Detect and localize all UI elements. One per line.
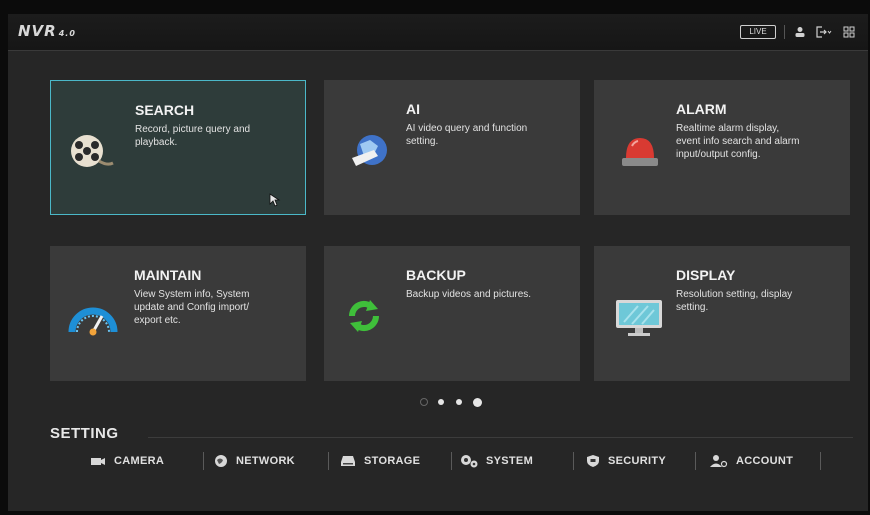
- alarm-light-icon: [622, 138, 658, 166]
- setting-item-label: ACCOUNT: [736, 455, 794, 467]
- tile-backup[interactable]: BACKUP Backup videos and pictures.: [324, 246, 580, 381]
- tile-title: SEARCH: [135, 102, 195, 118]
- setting-security[interactable]: SECURITY: [586, 453, 666, 469]
- top-bar: NVR 4.0 LIVE: [8, 14, 868, 51]
- setting-camera[interactable]: CAMERA: [90, 453, 164, 469]
- gauge-icon: [68, 307, 118, 336]
- setting-storage[interactable]: STORAGE: [340, 453, 420, 469]
- tile-description: Backup videos and pictures.: [406, 289, 532, 300]
- divider: [203, 452, 204, 470]
- setting-label: SETTING: [50, 425, 119, 442]
- refresh-arrows-icon: [348, 300, 380, 332]
- setting-network[interactable]: NETWORK: [214, 453, 295, 469]
- tile-ai[interactable]: AI AI video query and function setting.: [324, 80, 580, 215]
- setting-item-label: SYSTEM: [486, 455, 534, 467]
- users-icon: [710, 455, 728, 468]
- next-page-icon[interactable]: [473, 398, 482, 407]
- menu-grid-icon[interactable]: [843, 26, 855, 38]
- setting-account[interactable]: ACCOUNT: [710, 453, 793, 469]
- page-dot[interactable]: [420, 398, 428, 406]
- setting-item-label: CAMERA: [114, 455, 165, 467]
- page-dot[interactable]: [438, 399, 444, 405]
- monitor-icon: [616, 300, 662, 336]
- storage-icon: [341, 456, 355, 466]
- divider: [328, 452, 329, 470]
- tile-title: BACKUP: [406, 267, 466, 283]
- tile-description: Record, picture query and playback.: [135, 124, 251, 148]
- tile-title: MAINTAIN: [134, 267, 202, 283]
- tile-alarm[interactable]: ALARM Realtime alarm display, event info …: [594, 80, 850, 215]
- globe-icon: [215, 455, 227, 467]
- nvr-screen: NVR 4.0 LIVE SEARCH Record, picture query…: [8, 14, 868, 511]
- mouse-cursor-icon: [269, 193, 281, 207]
- tile-title: AI: [406, 101, 420, 117]
- tile-maintain[interactable]: MAINTAIN View System info, System update …: [50, 246, 306, 381]
- setting-system[interactable]: SYSTEM: [460, 453, 533, 469]
- tile-description: Realtime alarm display, event info search…: [676, 123, 800, 160]
- setting-item-label: NETWORK: [236, 455, 295, 467]
- divider: [695, 452, 696, 470]
- divider: [784, 25, 785, 39]
- divider: [820, 452, 821, 470]
- page-indicator: [420, 398, 500, 408]
- page-dot[interactable]: [456, 399, 462, 405]
- divider: [451, 452, 452, 470]
- tile-description: Resolution setting, display setting.: [676, 289, 793, 313]
- ai-globe-icon: [352, 135, 387, 166]
- tile-title: ALARM: [676, 101, 727, 117]
- tile-search[interactable]: SEARCH Record, picture query and playback…: [50, 80, 306, 215]
- camera-icon: [91, 458, 105, 465]
- live-button[interactable]: LIVE: [740, 25, 776, 39]
- tile-title: DISPLAY: [676, 267, 736, 283]
- film-reel-icon: [71, 135, 114, 167]
- divider: [148, 437, 853, 438]
- tile-description: View System info, System update and Confi…: [134, 289, 250, 326]
- user-icon[interactable]: [794, 26, 806, 38]
- divider: [573, 452, 574, 470]
- logout-icon[interactable]: [816, 26, 832, 38]
- gears-icon: [461, 455, 478, 468]
- setting-item-label: STORAGE: [364, 455, 421, 467]
- nvr-logo: NVR 4.0: [18, 22, 76, 40]
- shield-icon: [587, 455, 599, 467]
- setting-item-label: SECURITY: [608, 455, 667, 467]
- tile-description: AI video query and function setting.: [406, 123, 528, 147]
- tile-display[interactable]: DISPLAY Resolution setting, display setti…: [594, 246, 850, 381]
